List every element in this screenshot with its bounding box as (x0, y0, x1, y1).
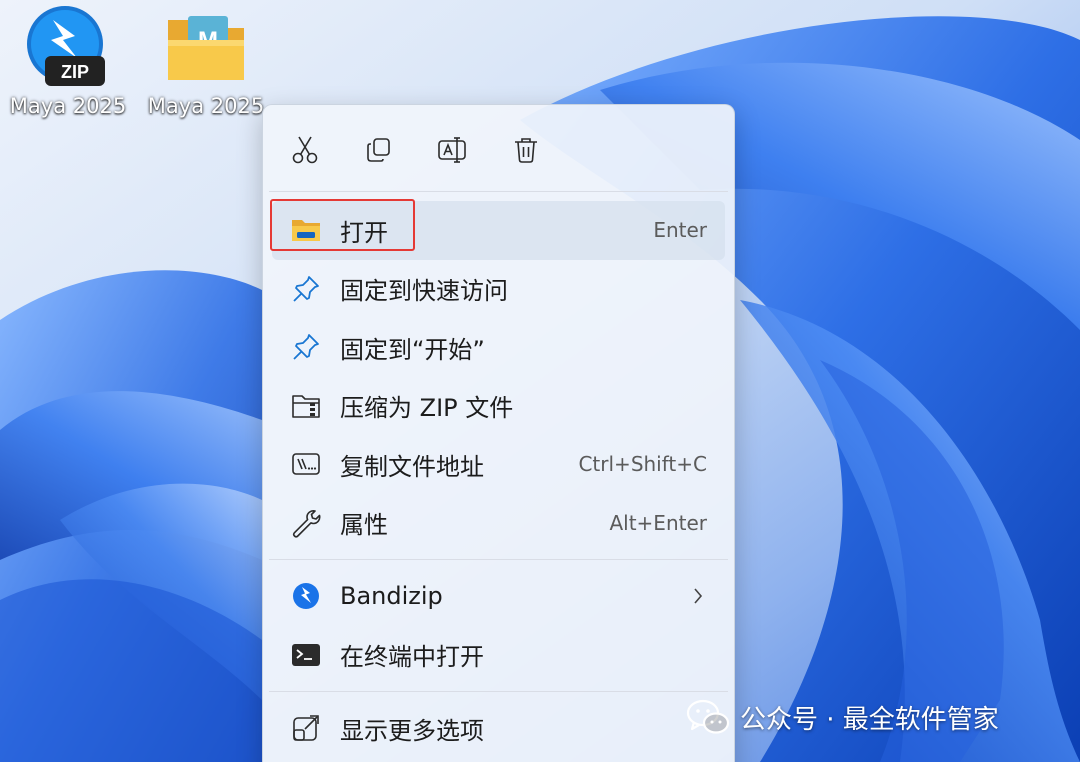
delete-button[interactable] (506, 130, 546, 170)
terminal-icon (290, 639, 322, 671)
rename-icon (438, 137, 466, 163)
show-more-icon (290, 712, 322, 744)
watermark-text: 公众号 · 最全软件管家 (740, 704, 999, 735)
menu-item-label: 复制文件地址 (340, 452, 484, 481)
quick-action-bar (263, 105, 734, 191)
wrench-icon (290, 507, 322, 539)
zip-folder-icon (290, 390, 322, 422)
menu-item-shortcut: Enter (653, 218, 707, 243)
menu-item-shortcut: Alt+Enter (609, 510, 707, 535)
desktop-icon-maya-folder[interactable]: M Maya 2025 (141, 10, 271, 118)
bandizip-icon (290, 580, 322, 612)
folder-open-icon (290, 214, 322, 246)
scissors-icon (292, 136, 318, 164)
menu-item-shortcut: Ctrl+Shift+C (578, 452, 707, 477)
menu-item-label: 在终端中打开 (340, 643, 484, 672)
menu-item-properties[interactable]: 属性 Alt+Enter (272, 494, 725, 553)
menu-item-label: 压缩为 ZIP 文件 (340, 394, 514, 423)
desktop-icon-label: Maya 2025 (9, 94, 127, 118)
zip-badge-text: ZIP (61, 62, 89, 82)
chevron-right-icon (691, 586, 705, 606)
menu-item-pin-quick-access[interactable]: 固定到快速访问 (272, 260, 725, 319)
copy-button[interactable] (359, 130, 399, 170)
cut-button[interactable] (285, 130, 325, 170)
menu-item-label: 属性 (340, 511, 388, 540)
menu-item-label: Bandizip (340, 582, 443, 611)
menu-item-label: 打开 (340, 218, 388, 247)
pin-icon (290, 331, 322, 363)
menu-item-open[interactable]: 打开 Enter (270, 199, 725, 260)
menu-item-pin-start[interactable]: 固定到“开始” (272, 318, 725, 377)
menu-item-label: 固定到“开始” (340, 335, 485, 364)
menu-item-open-terminal[interactable]: 在终端中打开 (272, 626, 725, 685)
rename-button[interactable] (433, 130, 473, 170)
folder-icon: M (168, 16, 244, 80)
trash-icon (515, 138, 537, 163)
bandizip-archive-icon: ZIP (27, 6, 105, 86)
desktop: ZIP Maya 2025 M Maya 2025 (0, 0, 1080, 762)
desktop-icon-maya-zip[interactable]: ZIP Maya 2025 (3, 6, 133, 118)
menu-item-copy-path[interactable]: 复制文件地址 Ctrl+Shift+C (272, 435, 725, 494)
menu-item-show-more-options[interactable]: 显示更多选项 (272, 699, 725, 758)
menu-item-compress-zip[interactable]: 压缩为 ZIP 文件 (272, 377, 725, 436)
watermark: 公众号 · 最全软件管家 (686, 698, 999, 736)
menu-item-label: 显示更多选项 (340, 716, 484, 745)
wechat-icon (686, 699, 730, 734)
copy-path-icon (290, 448, 322, 480)
context-menu: 打开 Enter 固定到快速访问 固定到“开始” 压缩为 ZIP 文件 复制文件… (262, 104, 735, 762)
desktop-icon-label: Maya 2025 (147, 94, 265, 118)
menu-item-bandizip[interactable]: Bandizip (272, 567, 725, 626)
menu-item-label: 固定到快速访问 (340, 277, 508, 306)
copy-icon (367, 138, 390, 162)
pin-icon (290, 273, 322, 305)
